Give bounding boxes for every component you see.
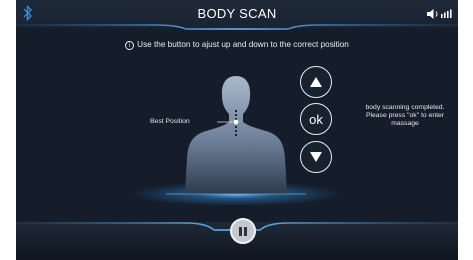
pause-button[interactable] (230, 218, 256, 244)
scan-status-message: body scanning completed. Please press "o… (346, 104, 458, 128)
volume-signal-icon[interactable] (426, 8, 456, 20)
best-position-label: Best Position (150, 118, 190, 125)
status-line: body scanning completed. (365, 104, 445, 111)
body-scan-screen: BODY SCAN i Use the button to ajust up an… (16, 0, 458, 260)
info-icon: i (125, 41, 135, 50)
status-line: Please press "ok" to enter (365, 112, 445, 119)
instruction-text: i Use the button to ajust up and down to … (16, 40, 458, 50)
page-title: BODY SCAN (197, 6, 277, 21)
status-line: massage (391, 120, 419, 127)
instruction-label: Use the button to ajust up and down to t… (137, 40, 349, 49)
up-button[interactable] (300, 66, 332, 98)
header-glow-line (16, 24, 458, 30)
ok-label: ok (309, 111, 323, 127)
pause-icon (238, 226, 248, 236)
up-arrow-icon (310, 77, 322, 87)
down-button[interactable] (300, 141, 332, 173)
down-arrow-icon (310, 152, 322, 162)
ok-button[interactable]: ok (300, 103, 332, 135)
